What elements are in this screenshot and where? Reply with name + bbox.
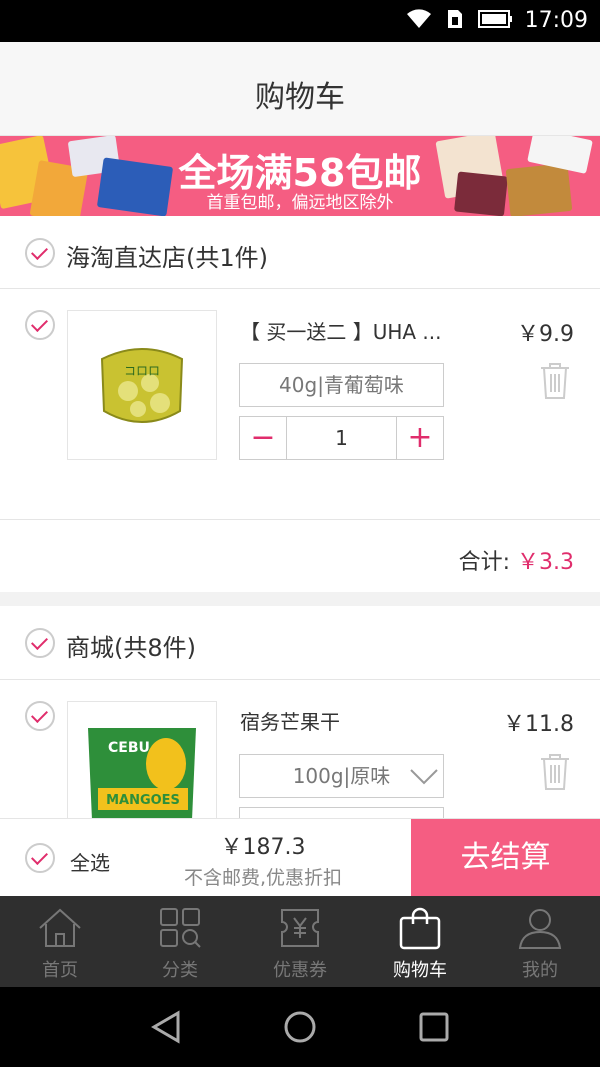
shop-checkbox[interactable] (25, 628, 55, 658)
spec-selector[interactable]: 100g|原味 (239, 754, 444, 798)
tab-label: 优惠券 (273, 960, 327, 981)
page-title: 购物车 (255, 80, 345, 115)
product-price: ￥9.9 (517, 322, 574, 347)
divider (0, 519, 600, 520)
product-name[interactable]: 宿务芒果干 (240, 706, 340, 735)
tab-cart[interactable]: 购物车 (360, 896, 480, 987)
product-image: コロロ (100, 348, 184, 423)
shop-name: 海淘直达店(共1件) (66, 244, 268, 272)
quantity-stepper (239, 807, 444, 818)
tab-label: 我的 (522, 960, 558, 981)
trash-icon[interactable] (538, 360, 572, 400)
item-checkbox[interactable] (25, 701, 55, 731)
product-thumbnail[interactable]: CEBU MANGOES (67, 701, 217, 818)
spec-value: 100g|原味 (292, 764, 391, 788)
trash-icon[interactable] (538, 751, 572, 791)
select-all-checkbox[interactable] (25, 843, 55, 873)
shop-name: 商城(共8件) (66, 634, 196, 662)
shop-checkbox[interactable] (25, 238, 55, 268)
divider (0, 288, 600, 289)
shop-section-mall: 商城(共8件) CEBU MANGOES 宿务芒果干 ￥11.8 100g|原味 (0, 606, 600, 818)
shop-subtotal: 合计: ￥3.3 (459, 544, 574, 576)
quantity-stepper: − 1 + (239, 416, 444, 460)
tab-home[interactable]: 首页 (0, 896, 120, 987)
title-bar: 购物车 (0, 42, 600, 136)
quantity-value[interactable]: 1 (286, 417, 397, 459)
product-price: ￥11.8 (503, 712, 574, 737)
subtotal-amount: ￥3.3 (517, 550, 574, 575)
shop-section-haitao: 海淘直达店(共1件) コロロ 【 买一送二 】UHA ... ￥9.9 40g|… (0, 216, 600, 592)
item-checkbox[interactable] (25, 310, 55, 340)
divider (0, 679, 600, 680)
product-thumbnail[interactable]: コロロ (67, 310, 217, 460)
sim-icon (448, 10, 462, 28)
battery-icon (478, 10, 512, 28)
tab-label: 首页 (42, 960, 78, 981)
banner-subtext: 首重包邮，偏远地区除外 (206, 193, 394, 213)
subtotal-label: 合计: (458, 550, 510, 575)
system-nav-bar (0, 987, 600, 1067)
increase-button[interactable]: + (397, 417, 443, 459)
product-name[interactable]: 【 买一送二 】UHA ... (240, 316, 442, 345)
tab-label: 分类 (162, 960, 198, 981)
category-icon (160, 908, 201, 948)
status-time: 17:09 (524, 8, 588, 33)
status-icons (406, 8, 514, 30)
spec-selector[interactable]: 40g|青葡萄味 (239, 363, 444, 407)
product-label-text: MANGOES (106, 793, 180, 808)
total-price: ￥187.3 (220, 835, 306, 860)
tab-profile[interactable]: 我的 (480, 896, 600, 987)
tab-label: 购物车 (393, 960, 447, 981)
wifi-icon (407, 9, 431, 28)
checkout-bar: 全选 ￥187.3 不含邮费,优惠折扣 去结算 (0, 818, 600, 897)
select-all-label[interactable]: 全选 (70, 847, 110, 876)
home-icon (39, 908, 81, 947)
tab-coupon[interactable]: 优惠券 (240, 896, 360, 987)
chevron-down-icon (410, 769, 438, 785)
product-brand-text: コロロ (124, 364, 160, 378)
status-bar: 17:09 (0, 0, 600, 42)
checkout-button[interactable]: 去结算 (411, 819, 600, 897)
home-circle-icon[interactable] (282, 1009, 318, 1045)
product-brand-text: CEBU (108, 740, 150, 756)
profile-icon (518, 909, 562, 949)
tab-category[interactable]: 分类 (120, 896, 240, 987)
product-image: CEBU MANGOES (68, 702, 216, 818)
back-icon[interactable] (150, 1009, 182, 1045)
decrease-button[interactable]: − (240, 417, 286, 459)
coupon-icon (281, 909, 319, 947)
promo-banner[interactable]: 全场满58包邮 首重包邮，偏远地区除外 (0, 136, 600, 216)
cart-bag-icon (399, 907, 441, 950)
bottom-tab-bar: 首页 分类 优惠券 购物车 我的 (0, 896, 600, 987)
recents-icon[interactable] (418, 1009, 450, 1045)
total-note: 不含邮费,优惠折扣 (183, 867, 343, 889)
